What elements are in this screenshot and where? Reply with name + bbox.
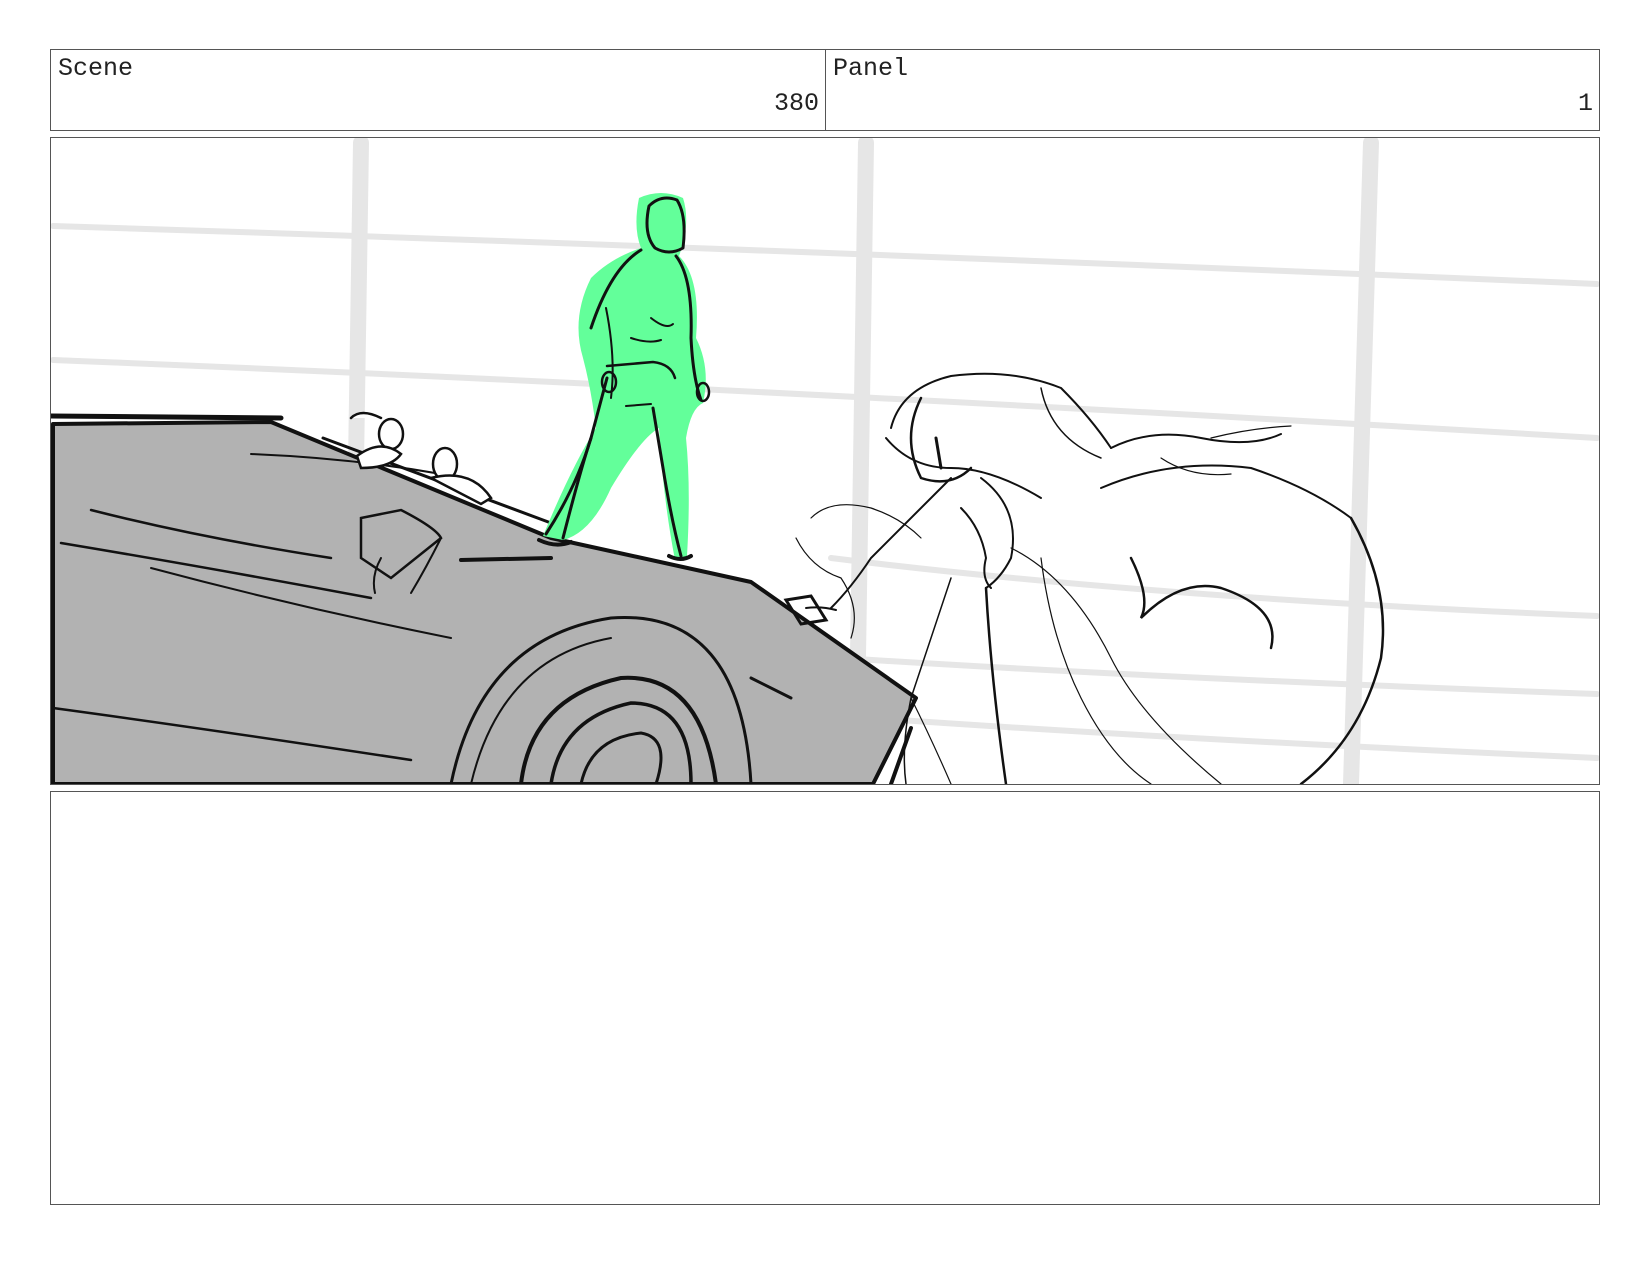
scene-label: Scene [58, 54, 134, 83]
panel-cell: Panel 1 [825, 50, 1599, 130]
storyboard-frame [50, 137, 1600, 785]
scene-cell: Scene 380 [51, 50, 825, 130]
panel-label: Panel [833, 54, 909, 83]
scene-number: 380 [773, 89, 819, 118]
notes-box [50, 791, 1600, 1205]
storyboard-sketch [51, 138, 1599, 784]
panel-number: 1 [1577, 89, 1593, 118]
storyboard-header: Scene 380 Panel 1 [50, 49, 1600, 131]
vehicle-sketch [51, 411, 918, 784]
